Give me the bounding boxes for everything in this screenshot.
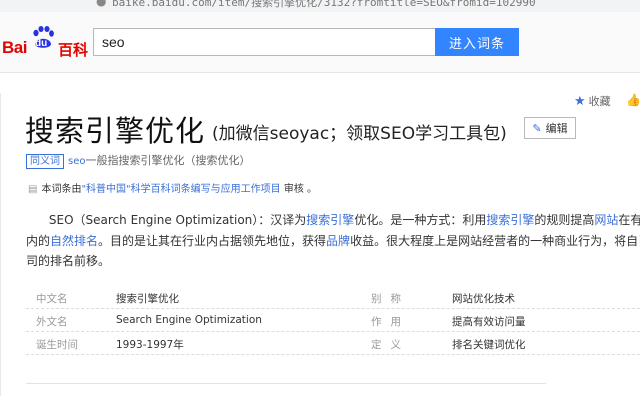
divider [0,93,1,396]
basic-info-table: 中文名 搜索引擎优化 别称 网站优化技术 外文名 Search Engine O… [26,286,640,355]
review-prefix: 本词条由 [41,184,82,195]
synonym-line: 同义词 seo一般指搜索引擎优化（搜索优化） [26,152,250,169]
collect-button[interactable]: ★ 收藏 [574,93,611,109]
site-header: Bai du 百科 进入词条 [0,12,640,73]
synonym-tag[interactable]: 同义词 [26,154,64,169]
table-row: 中文名 搜索引擎优化 别称 网站优化技术 [26,286,640,309]
link-search-engine-2[interactable]: 搜索引擎 [486,213,534,227]
paragraph-line: 司的排名前移。 [26,254,111,268]
star-icon: ★ [574,94,586,109]
info-key: 别称 [371,293,410,305]
page-title: 搜索引擎优化 [25,114,206,148]
text-run: 收益。很大程度上是网站经营者的一种商业行为，将自己 [350,233,640,248]
paragraph-line: 内的自然排名。目的是让其在行业内占据领先地位，获得品牌收益。很大程度上是网站经营… [26,231,640,252]
link-search-engine[interactable]: 搜索引擎 [306,213,354,227]
review-project-link[interactable]: "科普中国"科学百科词条编写与应用工作项目 [81,184,280,195]
info-value: 排名关键词优化 [452,339,526,351]
text-run: 内的 [26,233,51,248]
page-subtitle: (加微信seoyac；领取SEO学习工具包) [212,124,507,144]
info-value: Search Engine Optimization [116,314,262,326]
logo-product-text: 百科 [58,41,89,59]
text-run: 的规则提高 [534,213,595,227]
summary-paragraph: SEO（Search Engine Optimization）：汉译为搜索引擎优… [26,210,640,272]
text-run: 。目的是让其在行业内占据领先地位，获得 [98,233,327,248]
browser-url[interactable]: baike.baidu.com/item/搜索引擎优化/3132?fromtit… [112,0,536,10]
synonym-text: 一般指搜索引擎优化（搜索优化） [85,154,251,167]
search-input[interactable] [93,28,435,56]
info-key: 中文名 [36,293,68,305]
edit-button[interactable]: ✎ 编辑 [524,117,576,139]
link-natural-ranking[interactable]: 自然排名 [50,234,98,248]
info-key: 定义 [371,339,410,351]
info-value: 1993-1997年 [116,339,184,351]
text-run: 在有关 [618,213,640,227]
info-value: 搜索引擎优化 [116,293,179,305]
pencil-icon: ✎ [532,123,542,135]
text-run: 优化。是一种方式：利用 [354,213,487,227]
logo-brand-text: Bai [2,38,27,57]
synonym-link[interactable]: seo [68,156,85,167]
text-run: SEO（Search Engine Optimization）：汉译为 [48,213,307,227]
edit-label: 编辑 [545,123,568,135]
lock-icon: ● [96,0,107,8]
link-website[interactable]: 网站 [594,213,618,227]
baidu-baike-logo[interactable]: Bai du 百科 [2,22,88,62]
review-suffix: 审核 。 [280,184,318,195]
main-content: ★ 收藏 👍 搜索引擎优化 (加微信seoyac；领取SEO学习工具包) ✎ 编辑 … [0,73,640,396]
logo-paw-text: du [35,38,48,49]
table-row: 外文名 Search Engine Optimization 作用 提高有效访问… [26,309,640,332]
document-icon: ▤ [28,184,38,195]
enter-entry-button[interactable]: 进入词条 [435,28,519,56]
thumbs-up-icon[interactable]: 👍 [626,93,640,107]
info-key: 诞生时间 [36,339,78,351]
table-row: 诞生时间 1993-1997年 定义 排名关键词优化 [26,332,640,355]
info-key: 作用 [371,316,410,328]
info-value: 网站优化技术 [452,293,515,305]
review-notice: ▤ 本词条由"科普中国"科学百科词条编写与应用工作项目 审核 。 [28,180,317,195]
collect-label: 收藏 [588,95,611,108]
link-brand[interactable]: 品牌 [326,234,350,248]
info-key: 外文名 [36,316,68,328]
info-value: 提高有效访问量 [452,316,526,328]
paragraph-line: SEO（Search Engine Optimization）：汉译为搜索引擎优… [26,210,640,231]
divider [26,383,546,384]
